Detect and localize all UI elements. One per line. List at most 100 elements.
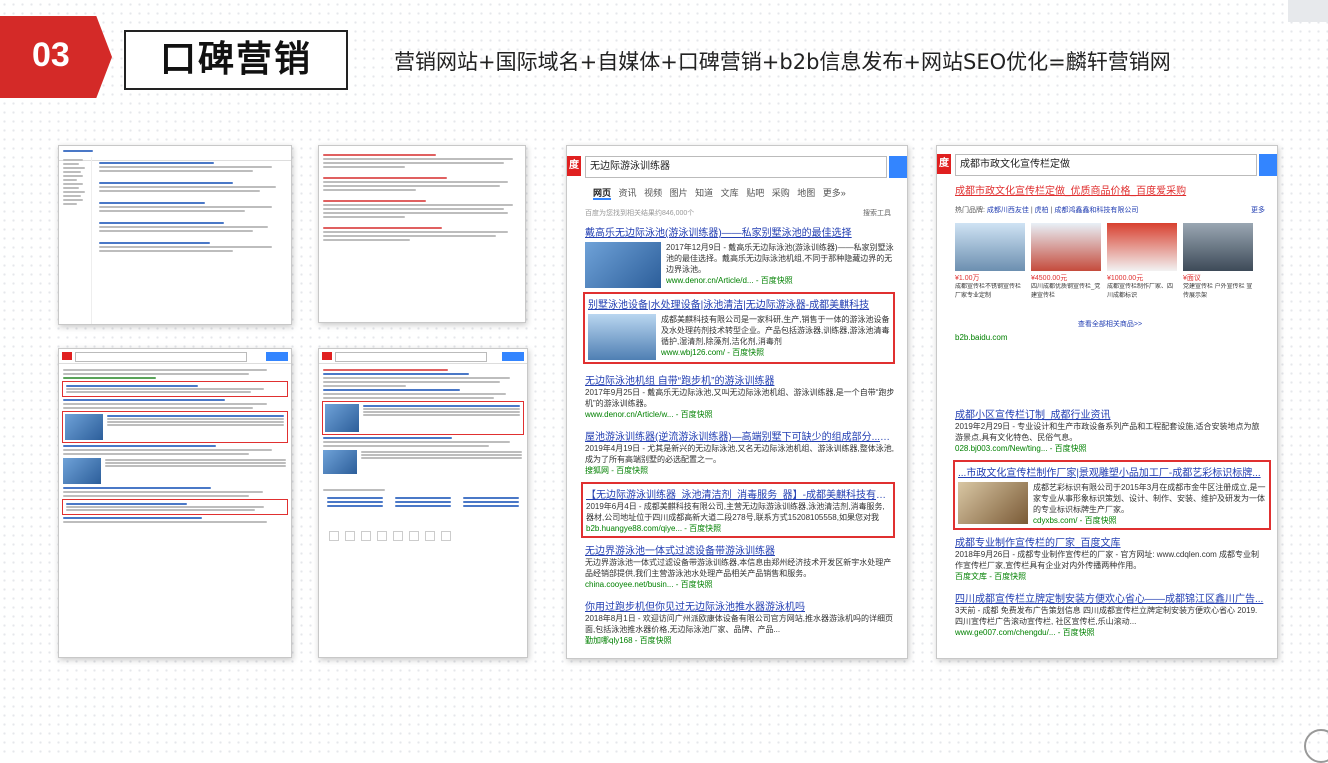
product-image (1183, 223, 1253, 271)
section-title: 口碑营销 (124, 30, 348, 90)
baidu-logo: 度 (937, 154, 951, 174)
search-input[interactable]: 无边际游泳训练器 (585, 156, 887, 178)
product-card[interactable]: ¥1.00万 成都宣传栏不锈钢宣传栏厂家专业定制 (955, 223, 1025, 301)
result-title-link[interactable]: 【无边际游泳训练器_泳池清洁剂_消毒服务_器】-成都美麒科技有限... (586, 486, 890, 501)
result-description: 2017年12月9日 - 戴高乐无边际泳池(游泳训练器)——私家别墅泳池的最佳选… (666, 243, 894, 274)
tab-wenku[interactable]: 文库 (721, 188, 739, 198)
result-description: 3天前 - 成都 免费发布广告策划信息 四川成都宣传栏立牌定制安装方便欢心省心 … (955, 606, 1258, 626)
result-url[interactable]: cdyxbs.com/ - 百度快照 (1033, 515, 1266, 526)
result-count: 百度为您找到相关结果约846,000个 (585, 210, 695, 217)
search-result: 你用过跑步机但你见过无边际泳池推水器游泳机吗 2018年8月1日 - 欢迎访问广… (585, 598, 895, 646)
result-description: 2017年9月25日 - 戴高乐无边际泳池,又叫无边际泳池机组、游泳训练器,是一… (585, 388, 895, 408)
result-url[interactable]: www.denor.cn/Article/d... - 百度快照 (666, 275, 895, 286)
result-title-link[interactable]: 成都小区宣传栏订制_成都行业资讯 (955, 406, 1265, 421)
product-desc: 党建宣传栏 户外宣传栏 宣传展示架 (1183, 284, 1253, 299)
product-price: ¥面议 (1183, 275, 1201, 282)
screenshot-baidu-display-board: 度 成都市政文化宣传栏定做 成都市政文化宣传栏定做_优质商品价格_百度爱采购 热… (936, 145, 1278, 659)
product-image (1107, 223, 1177, 271)
result-description: 2019年2月29日 - 专业设计和生产市政设备系列产品和工程配套设施,适合安装… (955, 422, 1260, 442)
tab-zhidao[interactable]: 知道 (695, 188, 713, 198)
product-desc: 四川成都优质钢宣传栏_党建宣传栏 (1031, 284, 1101, 299)
product-price: ¥1.00万 (955, 275, 980, 282)
search-result-highlighted: 别墅泳池设备|水处理设备|泳池清洁|无边际游泳器-成都美麒科技 成都美麒科技有限… (583, 292, 895, 364)
product-desc: 成都宣传栏不锈钢宣传栏厂家专业定制 (955, 284, 1022, 299)
screenshot-search-results-a (58, 348, 292, 658)
product-price: ¥1000.00元 (1107, 275, 1144, 282)
result-url[interactable]: china.cooyee.net/busin... - 百度快照 (585, 579, 895, 590)
result-url[interactable]: 028.bj003.com/New/ting... - 百度快照 (955, 443, 1265, 454)
ad-block: 成都市政文化宣传栏定做_优质商品价格_百度爱采购 热门品牌: 成都川西友佳 | … (955, 182, 1265, 342)
corner-circle-icon (1304, 729, 1328, 763)
result-description: 成都美麒科技有限公司是一家科研,生产,销售于一体的游泳池设备及水处理药剂技术转型… (661, 315, 890, 346)
tab-video[interactable]: 视频 (644, 188, 662, 198)
view-all-products-link[interactable]: 查看全部相关商品>> (955, 319, 1265, 329)
result-url[interactable]: b2b.huangye88.com/qiye... - 百度快照 (586, 523, 890, 534)
section-number-tab: 03 (0, 16, 112, 98)
result-title-link[interactable]: 四川成都宣传栏立牌定制安装方便欢心省心——成都锦江区鑫川广告... (955, 590, 1265, 605)
hot-brands-label: 热门品牌: (955, 207, 985, 214)
tab-tieba[interactable]: 贴吧 (746, 188, 764, 198)
result-url[interactable]: 百度文库 - 百度快照 (955, 571, 1265, 582)
ad-source: b2b.baidu.com (955, 333, 1008, 342)
result-description: 无边界游泳池一体式过滤设备带游泳训练器,本信息由郑州经济技术开发区新宇水处理产品… (585, 558, 892, 578)
search-button[interactable] (889, 156, 907, 178)
screenshot-article-list (318, 145, 526, 323)
baidu-logo: 度 (567, 156, 581, 176)
result-description: 2019年6月4日 - 成都美麒科技有限公司,主营无边际游泳训练器,泳池清洁剂,… (586, 502, 885, 522)
search-result: 成都小区宣传栏订制_成都行业资讯 2019年2月29日 - 专业设计和生产市政设… (955, 406, 1265, 454)
result-title-link[interactable]: 屋池游泳训练器(逆流游泳训练器)—高端别墅下可缺少的组成部分..._搜狐 (585, 428, 895, 443)
result-title-link[interactable]: 你用过跑步机但你见过无边际泳池推水器游泳机吗 (585, 598, 895, 613)
result-title-link[interactable]: 无边界游泳池一体式过滤设备带游泳训练器 (585, 542, 895, 557)
product-image (955, 223, 1025, 271)
hot-brand-link[interactable]: 成都川西友佳 (987, 207, 1029, 214)
result-title-link[interactable]: 戴高乐无边际泳池(游泳训练器)——私家别墅泳池的最佳选择 (585, 224, 895, 239)
tab-images[interactable]: 图片 (670, 188, 688, 198)
result-description: 2018年8月1日 - 欢迎访问广州派欧康体设备有限公司官方网站,推水器游泳机吗… (585, 614, 894, 634)
product-card[interactable]: ¥1000.00元 成都宣传栏制作厂家、四川成都标识 (1107, 223, 1177, 301)
result-description: 2019年4月19日 - 尤其是新兴的无边际泳池,又名无边际泳池机组、游泳训练器… (585, 444, 894, 464)
search-result: 戴高乐无边际泳池(游泳训练器)——私家别墅泳池的最佳选择 2017年12月9日 … (585, 224, 895, 288)
search-result-highlighted: 【无边际游泳训练器_泳池清洁剂_消毒服务_器】-成都美麒科技有限... 2019… (581, 482, 895, 538)
search-result: 无边际泳池机组 自带“跑步机”的游泳训练器 2017年9月25日 - 戴高乐无边… (585, 372, 895, 420)
search-input[interactable]: 成都市政文化宣传栏定做 (955, 154, 1257, 176)
result-description: 2018年9月26日 - 成都专业制作宣传栏的厂家 - 官方网址: www.cd… (955, 550, 1260, 570)
screenshot-qa-site (58, 145, 292, 325)
result-description: 成都艺彩标识有限公司于2015年3月在成都市金牛区注册成立,是一家专业从事形象标… (1033, 483, 1266, 514)
corner-decoration (1288, 0, 1328, 22)
search-button[interactable] (1259, 154, 1277, 176)
result-url[interactable]: 勤加哪qly168 - 百度快照 (585, 635, 895, 646)
result-thumbnail (585, 242, 661, 288)
product-desc: 成都宣传栏制作厂家、四川成都标识 (1107, 284, 1174, 299)
tab-news[interactable]: 资讯 (619, 188, 637, 198)
product-card[interactable]: ¥面议 党建宣传栏 户外宣传栏 宣传展示架 (1183, 223, 1253, 301)
result-url[interactable]: www.ge007.com/chengdu/... - 百度快照 (955, 627, 1265, 638)
ad-title-link[interactable]: 成都市政文化宣传栏定做_优质商品价格_百度爱采购 (955, 182, 1265, 197)
search-tabs: 网页 资讯 视频 图片 知道 文库 贴吧 采购 地图 更多» (593, 186, 846, 200)
more-link[interactable]: 更多 (1251, 205, 1265, 215)
result-thumbnail (588, 314, 656, 360)
search-result: 无边界游泳池一体式过滤设备带游泳训练器 无边界游泳池一体式过滤设备带游泳训练器,… (585, 542, 895, 590)
result-title-link[interactable]: 成都专业制作宣传栏的厂家_百度文库 (955, 534, 1265, 549)
search-tools[interactable]: 搜索工具 (863, 208, 891, 218)
search-result-highlighted: ...市政文化宣传栏制作厂家|景观雕塑小品加工厂-成都艺彩标识标牌... 成都艺… (953, 460, 1271, 530)
hot-brand-link[interactable]: 成都鸿鑫鑫和科技有限公司 (1054, 207, 1138, 214)
result-url[interactable]: 搜狐网 - 百度快照 (585, 465, 895, 476)
tab-more[interactable]: 更多» (823, 188, 846, 198)
tab-purchase[interactable]: 采购 (772, 188, 790, 198)
screenshot-baidu-pool-trainer: 度 无边际游泳训练器 网页 资讯 视频 图片 知道 文库 贴吧 采购 地图 更多… (566, 145, 908, 659)
result-title-link[interactable]: 别墅泳池设备|水处理设备|泳池清洁|无边际游泳器-成都美麒科技 (588, 296, 890, 311)
result-url[interactable]: www.denor.cn/Article/w... - 百度快照 (585, 409, 895, 420)
section-number: 03 (32, 36, 70, 74)
section-subtitle: 营销网站+国际域名+自媒体+口碑营销+b2b信息发布+网站SEO优化=麟轩营销网 (394, 50, 1171, 74)
tab-map[interactable]: 地图 (797, 188, 815, 198)
search-result: 屋池游泳训练器(逆流游泳训练器)—高端别墅下可缺少的组成部分..._搜狐 201… (585, 428, 895, 476)
search-result: 成都专业制作宣传栏的厂家_百度文库 2018年9月26日 - 成都专业制作宣传栏… (955, 534, 1265, 582)
product-card[interactable]: ¥4500.00元 四川成都优质钢宣传栏_党建宣传栏 (1031, 223, 1101, 301)
result-title-link[interactable]: ...市政文化宣传栏制作厂家|景观雕塑小品加工厂-成都艺彩标识标牌... (958, 464, 1266, 479)
hot-brand-link[interactable]: 虎柏 (1035, 207, 1049, 214)
result-title-link[interactable]: 无边际泳池机组 自带“跑步机”的游泳训练器 (585, 372, 895, 387)
result-url[interactable]: www.wbj126.com/ - 百度快照 (661, 347, 890, 358)
product-image (1031, 223, 1101, 271)
tab-web[interactable]: 网页 (593, 188, 612, 200)
screenshot-search-results-b (318, 348, 528, 658)
